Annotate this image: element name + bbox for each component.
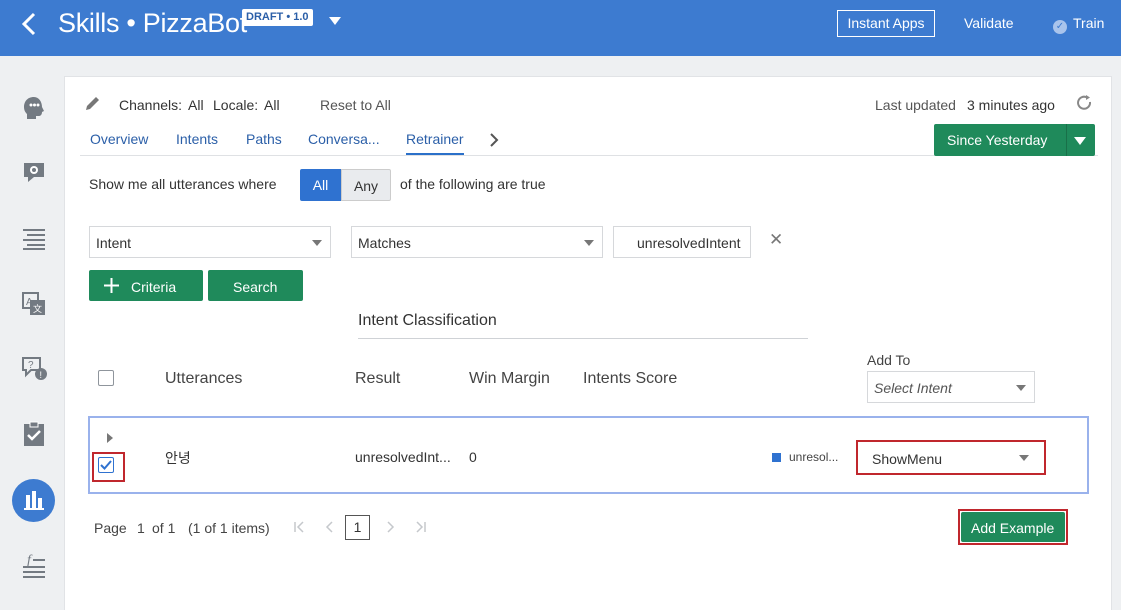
since-dropdown[interactable]: Since Yesterday <box>934 124 1095 156</box>
criteria-operator-value: Matches <box>358 235 411 251</box>
col-result[interactable]: Result <box>355 370 400 388</box>
filter-prefix: Show me all utterances where <box>89 176 277 192</box>
train-button[interactable]: ✓ Train <box>1053 15 1104 34</box>
select-intent-dropdown[interactable]: Select Intent <box>867 371 1035 403</box>
locale-value[interactable]: All <box>264 97 280 113</box>
next-page-icon[interactable] <box>384 521 396 533</box>
add-to-label: Add To <box>867 352 911 368</box>
pager-label: Page <box>94 520 127 536</box>
match-all-toggle[interactable]: All <box>300 169 341 201</box>
caret-down-icon <box>1019 455 1029 461</box>
intent-score-cell: unresol... <box>789 450 839 464</box>
search-button[interactable]: Search <box>208 270 303 301</box>
select-intent-placeholder: Select Intent <box>874 380 952 396</box>
tab-paths[interactable]: Paths <box>246 131 282 147</box>
bot-head-icon[interactable] <box>20 94 48 122</box>
win-margin-cell: 0 <box>469 449 477 465</box>
svg-text:f: f <box>27 553 33 568</box>
locale-label: Locale: <box>213 97 259 113</box>
plus-icon <box>104 278 119 293</box>
version-dropdown-icon[interactable] <box>329 17 341 25</box>
add-example-button[interactable]: Add Example <box>961 512 1065 542</box>
checkmark-icon <box>100 460 112 470</box>
col-intents-score[interactable]: Intents Score <box>583 370 677 388</box>
gear-bubble-icon[interactable] <box>20 158 48 186</box>
tab-retrainer[interactable]: Retrainer <box>406 131 464 155</box>
filter-suffix: of the following are true <box>400 176 546 192</box>
channels-label: Channels: <box>119 97 183 113</box>
intent-classification-header: Intent Classification <box>358 312 497 329</box>
criteria-operator-select[interactable]: Matches <box>351 226 603 258</box>
since-label: Since Yesterday <box>947 132 1048 148</box>
back-arrow-icon[interactable] <box>18 12 42 36</box>
svg-text:A: A <box>26 297 33 308</box>
pager-items: (1 of 1 items) <box>188 520 270 536</box>
col-utterances[interactable]: Utterances <box>165 370 242 388</box>
channels-value[interactable]: All <box>188 97 204 113</box>
last-updated-label: Last updated <box>875 97 956 113</box>
tab-overview[interactable]: Overview <box>90 131 148 147</box>
add-example-label: Add Example <box>971 520 1055 536</box>
tab-conversations[interactable]: Conversa... <box>308 131 380 147</box>
search-label: Search <box>233 279 278 295</box>
caret-down-icon <box>312 240 322 246</box>
criteria-label: Criteria <box>131 279 177 295</box>
svg-text:!: ! <box>40 370 43 380</box>
current-page-box[interactable]: 1 <box>345 515 370 540</box>
validate-button[interactable]: Validate <box>964 15 1014 31</box>
pager-page: 1 <box>137 520 145 536</box>
group-header-divider <box>358 338 808 339</box>
expand-row-icon[interactable] <box>107 433 113 443</box>
add-to-intent-select[interactable]: ShowMenu <box>856 440 1046 475</box>
translate-icon[interactable]: A文 <box>20 290 48 318</box>
caret-down-icon <box>1074 137 1086 145</box>
utterance-cell: 안녕 <box>165 450 191 466</box>
check-circle-icon: ✓ <box>1053 20 1067 34</box>
caret-down-icon <box>1016 385 1026 391</box>
train-label: Train <box>1073 15 1105 31</box>
row-checkbox[interactable] <box>98 457 114 473</box>
criteria-field-value: Intent <box>96 235 132 251</box>
select-all-checkbox[interactable] <box>98 370 114 386</box>
function-icon[interactable]: f <box>20 550 48 578</box>
reset-link[interactable]: Reset to All <box>320 97 391 113</box>
add-criteria-button[interactable]: Criteria <box>89 270 203 301</box>
prev-page-icon[interactable] <box>324 521 336 533</box>
question-bubble-icon[interactable]: ?! <box>20 354 48 382</box>
last-page-icon[interactable] <box>415 521 427 533</box>
pager-of: of 1 <box>152 520 176 536</box>
pencil-icon[interactable] <box>84 94 102 112</box>
since-divider <box>1066 124 1067 156</box>
chevron-right-icon[interactable] <box>488 132 500 148</box>
instant-apps-button[interactable]: Instant Apps <box>837 10 935 37</box>
svg-text:文: 文 <box>33 303 42 314</box>
lines-icon[interactable] <box>20 224 48 252</box>
clipboard-check-icon[interactable] <box>20 420 48 448</box>
caret-down-icon <box>584 240 594 246</box>
col-win-margin[interactable]: Win Margin <box>469 370 550 388</box>
page-title: Skills • PizzaBot <box>58 8 247 38</box>
result-cell: unresolvedInt... <box>355 449 451 465</box>
intent-score-swatch <box>772 453 781 462</box>
match-any-toggle[interactable]: Any <box>341 169 391 201</box>
criteria-field-select[interactable]: Intent <box>89 226 331 258</box>
add-to-intent-value: ShowMenu <box>872 451 943 467</box>
remove-criteria-icon[interactable]: ✕ <box>769 230 783 250</box>
criteria-value-input[interactable]: unresolvedIntent <box>613 226 751 258</box>
refresh-icon[interactable] <box>1075 94 1093 112</box>
criteria-value-text: unresolvedIntent <box>637 235 741 251</box>
first-page-icon[interactable] <box>293 521 305 533</box>
tab-intents[interactable]: Intents <box>176 131 218 147</box>
last-updated-value: 3 minutes ago <box>967 97 1055 113</box>
svg-text:?: ? <box>28 360 34 371</box>
version-badge: DRAFT • 1.0 <box>242 9 313 26</box>
bar-chart-icon <box>24 491 44 510</box>
